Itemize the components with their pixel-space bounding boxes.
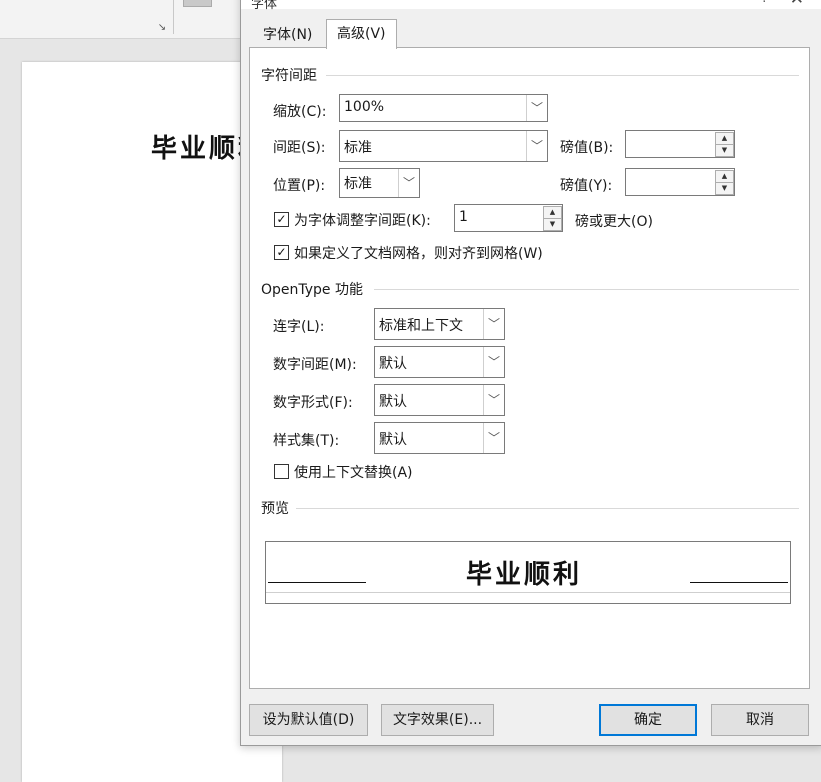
- scale-label: 缩放(C):: [273, 104, 327, 120]
- preview-underline-right: [690, 582, 788, 583]
- position-by-spinner[interactable]: ▲ ▼: [625, 168, 735, 196]
- chevron-down-icon[interactable]: ﹀: [483, 347, 504, 377]
- kerning-label: 为字体调整字间距(K):: [294, 213, 431, 229]
- cancel-button[interactable]: 取消: [711, 704, 809, 736]
- grid-label: 如果定义了文档网格，则对齐到网格(W): [294, 246, 543, 262]
- position-combo[interactable]: 标准 ﹀: [339, 168, 420, 198]
- spin-down-icon[interactable]: ▼: [715, 182, 734, 195]
- chevron-down-icon[interactable]: ﹀: [526, 131, 547, 161]
- spacing-label: 间距(S):: [273, 140, 326, 156]
- grid-checkbox[interactable]: ✓: [274, 245, 289, 260]
- contextual-checkbox[interactable]: [274, 464, 289, 479]
- chevron-down-icon[interactable]: ﹀: [483, 309, 504, 339]
- spacing-by-spinner[interactable]: ▲ ▼: [625, 130, 735, 158]
- kerning-checkbox[interactable]: ✓: [274, 212, 289, 227]
- ribbon-button[interactable]: [183, 0, 212, 7]
- section-divider: [374, 289, 799, 290]
- chevron-down-icon[interactable]: ﹀: [526, 95, 547, 121]
- spinner-buttons: ▲ ▼: [543, 206, 562, 231]
- chevron-down-icon[interactable]: ﹀: [483, 423, 504, 453]
- dialog-title: 字体: [251, 0, 278, 12]
- close-icon[interactable]: ✕: [790, 0, 804, 9]
- num-spacing-combo[interactable]: 默认 ﹀: [374, 346, 505, 378]
- spinner-buttons: ▲ ▼: [715, 132, 734, 157]
- preview-baseline: [266, 592, 790, 593]
- preview-box: 毕业顺利: [265, 541, 791, 604]
- stylistic-combo[interactable]: 默认 ﹀: [374, 422, 505, 454]
- chevron-down-icon[interactable]: ﹀: [483, 385, 504, 415]
- section-char-spacing: 字符间距: [261, 68, 317, 84]
- kerning-spinner[interactable]: 1 ▲ ▼: [454, 204, 563, 232]
- num-forms-value: 默认: [379, 394, 407, 410]
- spin-down-icon[interactable]: ▼: [715, 144, 734, 157]
- dialog-launcher-icon[interactable]: ↘: [156, 22, 168, 34]
- ligatures-label: 连字(L):: [273, 319, 325, 335]
- spacing-value: 标准: [344, 140, 372, 156]
- ligatures-combo[interactable]: 标准和上下文 ﹀: [374, 308, 505, 340]
- position-value: 标准: [344, 176, 372, 192]
- spin-down-icon[interactable]: ▼: [543, 218, 562, 231]
- spacing-combo[interactable]: 标准 ﹀: [339, 130, 548, 162]
- set-default-button[interactable]: 设为默认值(D): [249, 704, 368, 736]
- section-divider: [296, 508, 799, 509]
- dialog-titlebar: 字体 ? ✕: [241, 0, 821, 12]
- spinner-buttons: ▲ ▼: [715, 170, 734, 195]
- section-divider: [326, 75, 799, 76]
- ligatures-value: 标准和上下文: [379, 318, 463, 334]
- kerning-value: 1: [459, 209, 468, 225]
- chevron-down-icon[interactable]: ﹀: [398, 169, 419, 197]
- section-preview: 预览: [261, 501, 289, 517]
- scale-combo[interactable]: 100% ﹀: [339, 94, 548, 122]
- section-opentype: OpenType 功能: [261, 282, 363, 298]
- kerning-suffix: 磅或更大(O): [575, 214, 653, 230]
- help-icon[interactable]: ?: [761, 0, 768, 6]
- position-by-label: 磅值(Y):: [560, 178, 613, 194]
- position-label: 位置(P):: [273, 178, 326, 194]
- stylistic-label: 样式集(T):: [273, 433, 340, 449]
- preview-text: 毕业顺利: [466, 560, 583, 590]
- num-spacing-label: 数字间距(M):: [273, 357, 357, 373]
- tab-advanced[interactable]: 高级(V): [326, 19, 397, 49]
- num-spacing-value: 默认: [379, 356, 407, 372]
- scale-value: 100%: [344, 99, 385, 115]
- font-dialog: 字体 ? ✕ 字体(N) 高级(V) 字符间距 缩放(C): 100% ﹀ 间距…: [240, 0, 821, 746]
- preview-underline-left: [268, 582, 366, 583]
- text-effects-button[interactable]: 文字效果(E)...: [381, 704, 494, 736]
- contextual-label: 使用上下文替换(A): [294, 465, 413, 481]
- ok-button[interactable]: 确定: [599, 704, 697, 736]
- num-forms-combo[interactable]: 默认 ﹀: [374, 384, 505, 416]
- tab-font[interactable]: 字体(N): [253, 22, 322, 48]
- stylistic-value: 默认: [379, 432, 407, 448]
- num-forms-label: 数字形式(F):: [273, 395, 353, 411]
- ribbon-separator: [173, 0, 174, 34]
- spacing-by-label: 磅值(B):: [560, 140, 614, 156]
